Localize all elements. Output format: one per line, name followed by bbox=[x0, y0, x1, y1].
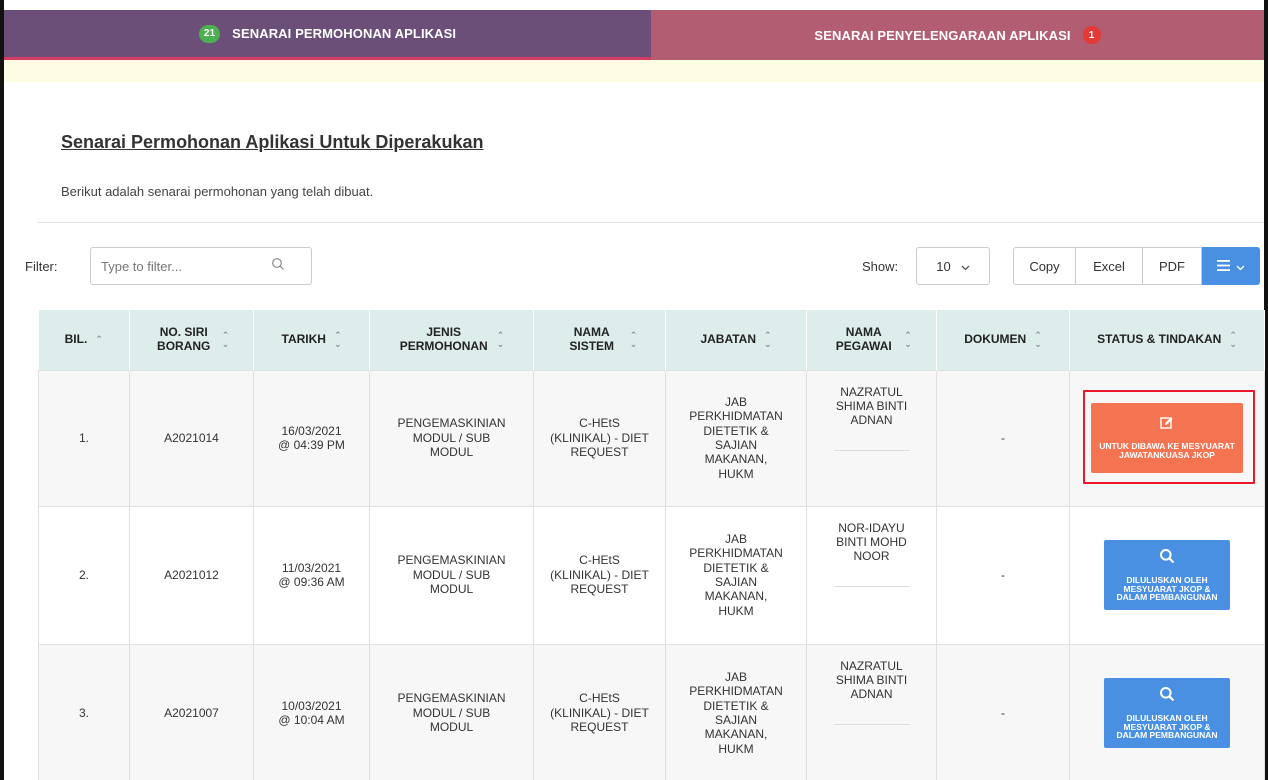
column-header-bil[interactable]: BIL. ⌃ bbox=[38, 310, 130, 370]
show-label: Show: bbox=[862, 259, 899, 274]
excel-button[interactable]: Excel bbox=[1076, 247, 1143, 285]
cell-bil: 1. bbox=[38, 369, 130, 507]
export-button-group: Copy Excel PDF bbox=[1013, 247, 1260, 285]
tab-senarai-permohonan[interactable]: 21 SENARAI PERMOHONAN APLIKASI bbox=[4, 10, 651, 60]
cell-status: UNTUK DIBAWA KE MESYUARAT JAWATANKUASA J… bbox=[1069, 369, 1265, 507]
sort-icon: ⌃ ⌄ bbox=[904, 329, 912, 349]
divider-line bbox=[833, 449, 910, 451]
chevron-down-icon bbox=[961, 259, 970, 274]
tab-bar: 21 SENARAI PERMOHONAN APLIKASI SENARAI P… bbox=[4, 10, 1264, 60]
column-header-dokumen[interactable]: DOKUMEN ⌃ ⌄ bbox=[936, 310, 1070, 370]
cell-bil: 2. bbox=[38, 505, 130, 645]
filter-field[interactable] bbox=[90, 247, 312, 285]
cell-nama-sistem: C-HEtS (KLINIKAL) - DIET REQUEST bbox=[533, 643, 666, 780]
cell-tarikh: 11/03/2021 @ 09:36 AM bbox=[253, 505, 370, 645]
page-size-value: 10 bbox=[936, 258, 951, 274]
cell-jabatan: JAB PERKHIDMATAN DIETETIK & SAJIAN MAKAN… bbox=[665, 643, 807, 780]
cell-no-siri: A2021014 bbox=[129, 369, 254, 507]
cell-jabatan: JAB PERKHIDMATAN DIETETIK & SAJIAN MAKAN… bbox=[665, 369, 807, 507]
tab-label: SENARAI PENYELENGARAAN APLIKASI bbox=[814, 27, 1071, 43]
tab-badge-count: 1 bbox=[1082, 26, 1101, 44]
hamburger-icon bbox=[1217, 259, 1230, 274]
column-header-nama-pegawai[interactable]: NAMA PEGAWAI ⌃ ⌄ bbox=[806, 310, 937, 370]
pdf-button[interactable]: PDF bbox=[1143, 247, 1202, 285]
search-icon bbox=[1159, 686, 1175, 704]
column-header-jenis[interactable]: JENIS PERMOHONAN ⌃ ⌄ bbox=[369, 310, 534, 370]
section-divider bbox=[38, 222, 1264, 223]
sort-icon: ⌃ ⌄ bbox=[1034, 329, 1042, 349]
cell-nama-pegawai: NOR-IDAYU BINTI MOHD NOOR bbox=[806, 505, 937, 645]
column-header-no-siri[interactable]: NO. SIRI BORANG ⌃ ⌄ bbox=[129, 310, 254, 370]
cell-status: DILULUSKAN OLEH MESYUARAT JKOP & DALAM P… bbox=[1069, 505, 1265, 645]
cell-jenis: PENGEMASKINIAN MODUL / SUB MODUL bbox=[369, 643, 534, 780]
cell-jenis: PENGEMASKINIAN MODUL / SUB MODUL bbox=[369, 369, 534, 507]
cell-nama-pegawai: NAZRATUL SHIMA BINTI ADNAN bbox=[806, 369, 937, 507]
app-frame: 21 SENARAI PERMOHONAN APLIKASI SENARAI P… bbox=[0, 0, 1268, 780]
column-header-tarikh[interactable]: TARIKH ⌃ ⌄ bbox=[253, 310, 370, 370]
cell-jenis: PENGEMASKINIAN MODUL / SUB MODUL bbox=[369, 505, 534, 645]
column-menu-button[interactable] bbox=[1202, 247, 1260, 285]
table-header-row: BIL. ⌃ NO. SIRI BORANG ⌃ ⌄ TARIKH ⌃ ⌄ JENIS P… bbox=[38, 310, 1265, 370]
edit-icon bbox=[1160, 416, 1174, 432]
filter-label: Filter: bbox=[25, 259, 58, 274]
cell-nama-sistem: C-HEtS (KLINIKAL) - DIET REQUEST bbox=[533, 369, 666, 507]
tab-badge-count: 21 bbox=[198, 24, 221, 43]
sort-icon: ⌃ ⌄ bbox=[1229, 329, 1237, 349]
status-action-button[interactable]: DILULUSKAN OLEH MESYUARAT JKOP & DALAM P… bbox=[1104, 540, 1230, 610]
table-row: 1. A2021014 16/03/2021 @ 04:39 PM PENGEM… bbox=[38, 369, 1265, 507]
chevron-down-icon bbox=[1236, 259, 1245, 274]
cell-nama-sistem: C-HEtS (KLINIKAL) - DIET REQUEST bbox=[533, 505, 666, 645]
divider-line bbox=[833, 585, 910, 587]
copy-button[interactable]: Copy bbox=[1013, 247, 1076, 285]
table-row: 2. A2021012 11/03/2021 @ 09:36 AM PENGEM… bbox=[38, 505, 1265, 645]
page-size-select[interactable]: 10 bbox=[916, 247, 990, 285]
status-action-button[interactable]: DILULUSKAN OLEH MESYUARAT JKOP & DALAM P… bbox=[1104, 678, 1230, 748]
tab-label: SENARAI PERMOHONAN APLIKASI bbox=[232, 26, 457, 41]
page-title: Senarai Permohonan Aplikasi Untuk Dipera… bbox=[61, 132, 484, 152]
cell-dokumen: - bbox=[936, 505, 1070, 645]
search-icon bbox=[271, 257, 285, 276]
applications-table: BIL. ⌃ NO. SIRI BORANG ⌃ ⌄ TARIKH ⌃ ⌄ JENIS P… bbox=[38, 310, 1265, 780]
page-subtitle: Berikut adalah senarai permohonan yang t… bbox=[61, 184, 374, 199]
tab-senarai-penyelenggaraan[interactable]: SENARAI PENYELENGARAAN APLIKASI 1 bbox=[651, 10, 1264, 60]
cell-nama-pegawai: NAZRATUL SHIMA BINTI ADNAN bbox=[806, 643, 937, 780]
sort-icon: ⌃ ⌄ bbox=[496, 329, 505, 349]
cell-jabatan: JAB PERKHIDMATAN DIETETIK & SAJIAN MAKAN… bbox=[665, 505, 807, 645]
sort-icon: ⌃ ⌄ bbox=[333, 329, 342, 349]
column-header-jabatan[interactable]: JABATAN ⌃ ⌄ bbox=[665, 310, 807, 370]
frame-border-left bbox=[0, 0, 4, 780]
column-header-nama-sistem[interactable]: NAMA SISTEM ⌃ ⌄ bbox=[533, 310, 666, 370]
filter-input[interactable] bbox=[101, 258, 271, 274]
column-header-status[interactable]: STATUS & TINDAKAN ⌃ ⌄ bbox=[1069, 310, 1265, 370]
cell-tarikh: 16/03/2021 @ 04:39 PM bbox=[253, 369, 370, 507]
sort-icon: ⌃ ⌄ bbox=[629, 329, 638, 349]
sort-icon: ⌃ ⌄ bbox=[764, 329, 772, 349]
cell-dokumen: - bbox=[936, 643, 1070, 780]
sort-icon: ⌃ ⌄ bbox=[221, 329, 230, 349]
cell-no-siri: A2021007 bbox=[129, 643, 254, 780]
cell-dokumen: - bbox=[936, 369, 1070, 507]
search-icon bbox=[1159, 548, 1175, 566]
notice-strip bbox=[4, 60, 1264, 82]
cell-tarikh: 10/03/2021 @ 10:04 AM bbox=[253, 643, 370, 780]
cell-bil: 3. bbox=[38, 643, 130, 780]
cell-status: DILULUSKAN OLEH MESYUARAT JKOP & DALAM P… bbox=[1069, 643, 1265, 780]
divider-line bbox=[833, 723, 910, 725]
cell-no-siri: A2021012 bbox=[129, 505, 254, 645]
sort-asc-icon: ⌃ bbox=[95, 334, 103, 345]
table-row: 3. A2021007 10/03/2021 @ 10:04 AM PENGEM… bbox=[38, 643, 1265, 780]
status-action-button[interactable]: UNTUK DIBAWA KE MESYUARAT JAWATANKUASA J… bbox=[1091, 403, 1243, 473]
